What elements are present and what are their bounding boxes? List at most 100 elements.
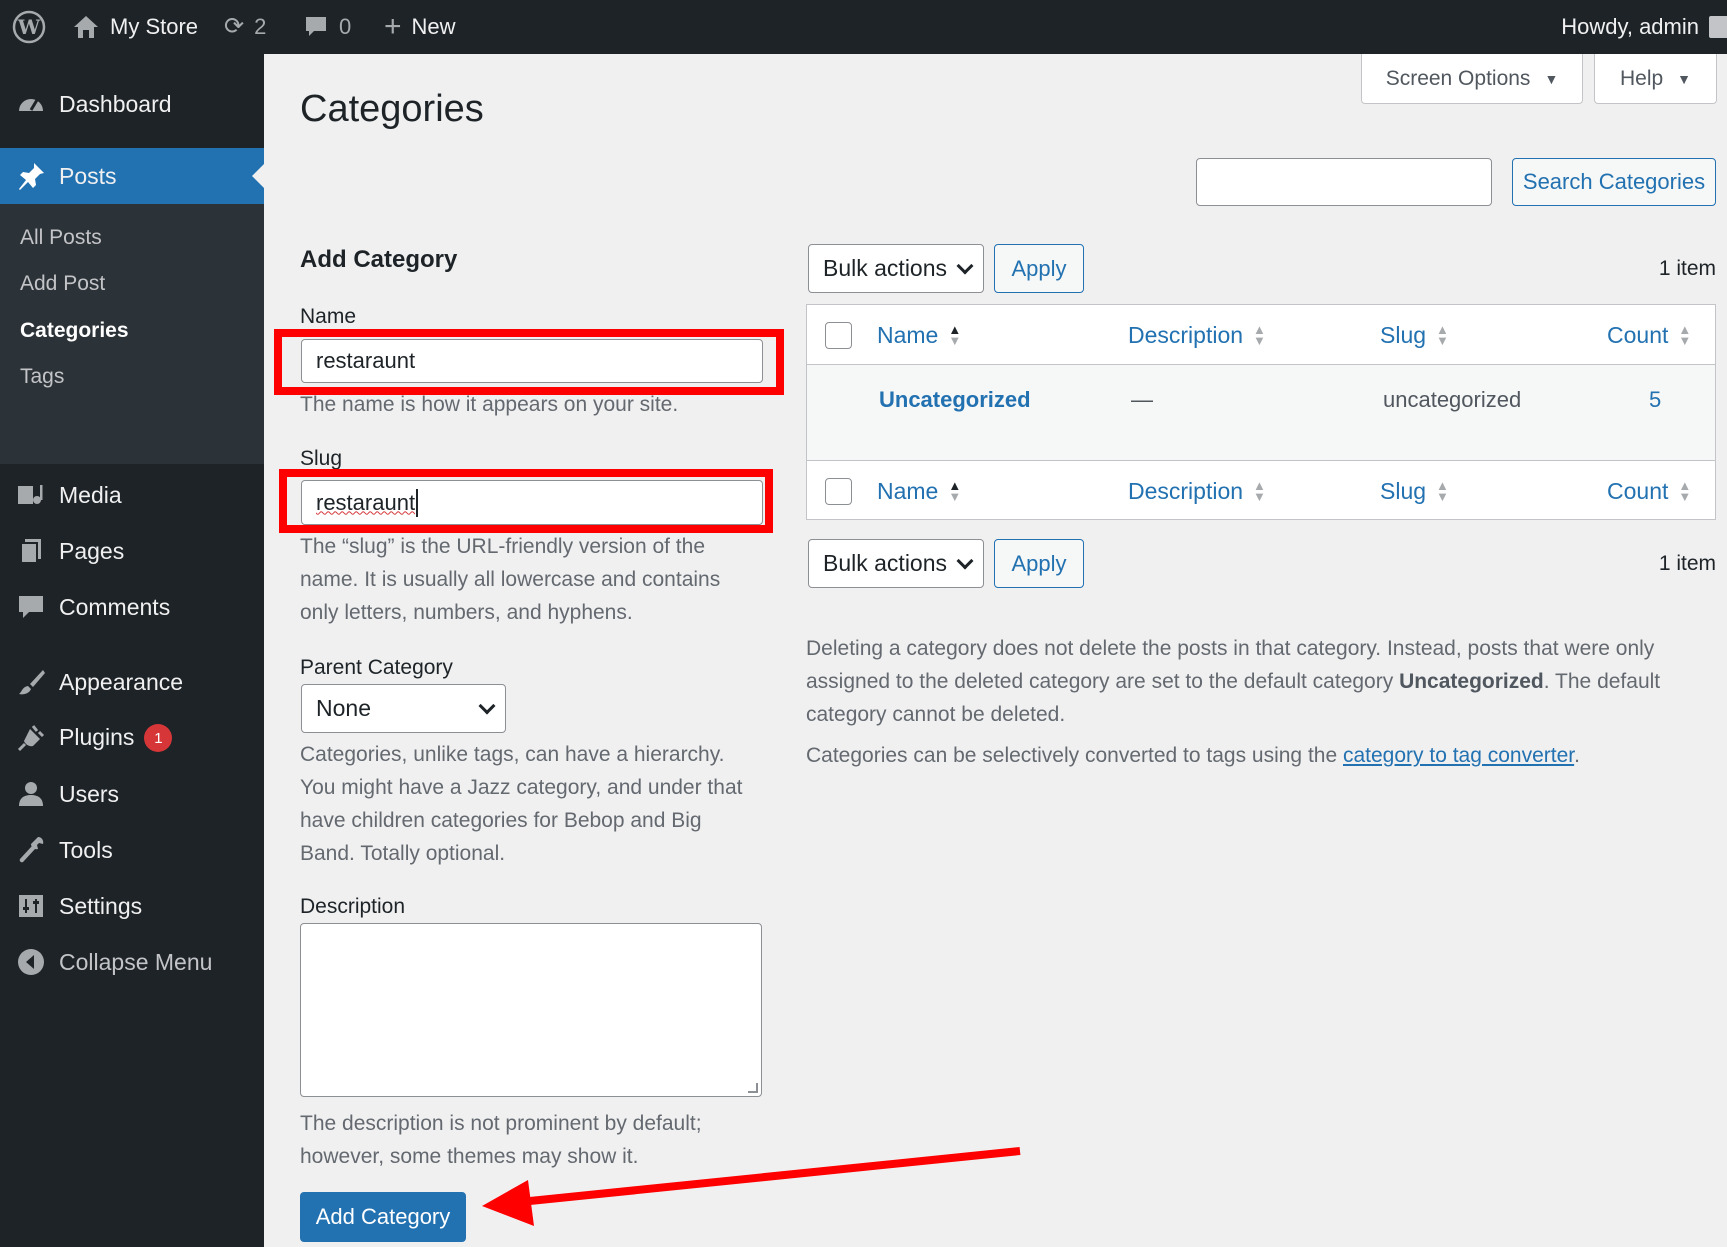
chevron-down-icon xyxy=(478,697,496,714)
sort-arrows-icon: ▲ ▼ xyxy=(1436,322,1449,348)
parent-category-select[interactable]: None xyxy=(301,684,506,733)
submenu-categories[interactable]: Categories xyxy=(20,319,129,343)
menu-label: Plugins xyxy=(59,723,135,750)
screen-options-button[interactable]: Screen Options ▼ xyxy=(1361,54,1583,104)
categories-table: Name ▲ ▼ Description ▲ ▼ Slug ▲ ▼ Count ▲ ▼ … xyxy=(806,304,1716,520)
item-count-top: 1 item xyxy=(1658,257,1716,280)
menu-pages[interactable]: Pages xyxy=(0,523,264,579)
column-description-sort[interactable]: Description ▲ ▼ xyxy=(1128,461,1266,521)
menu-users[interactable]: Users xyxy=(0,766,264,822)
column-count-label: Count xyxy=(1607,321,1669,348)
add-category-button[interactable]: Add Category xyxy=(300,1192,466,1242)
column-count-label: Count xyxy=(1607,477,1669,504)
sort-arrows-icon: ▲ ▼ xyxy=(1678,322,1692,348)
bulk-actions-value: Bulk actions xyxy=(823,255,948,281)
menu-dashboard[interactable]: Dashboard xyxy=(0,76,264,132)
submenu-tags[interactable]: Tags xyxy=(20,365,64,389)
sort-arrows-icon: ▲ ▼ xyxy=(1253,478,1266,504)
slug-label: Slug xyxy=(300,447,343,470)
column-name-label: Name xyxy=(877,321,939,348)
site-name-label: My Store xyxy=(110,14,199,39)
select-all-checkbox[interactable] xyxy=(825,322,852,349)
menu-label: Media xyxy=(59,481,122,508)
column-slug-sort[interactable]: Slug ▲ ▼ xyxy=(1380,305,1449,365)
table-header-row: Name ▲ ▼ Description ▲ ▼ Slug ▲ ▼ Count ▲ ▼ xyxy=(807,305,1715,365)
category-description: — xyxy=(1131,387,1153,412)
table-footer-row: Name ▲ ▼ Description ▲ ▼ Slug ▲ ▼ Count ▲ ▼ xyxy=(807,460,1715,520)
category-slug: uncategorized xyxy=(1383,387,1522,412)
name-label: Name xyxy=(300,305,357,328)
wordpress-logo-button[interactable]: W xyxy=(12,0,46,54)
screen-options-label: Screen Options xyxy=(1385,66,1531,90)
category-search-input[interactable] xyxy=(1196,158,1492,206)
chevron-down-icon xyxy=(956,257,974,274)
item-count-bottom: 1 item xyxy=(1658,552,1716,575)
menu-label: Tools xyxy=(59,836,113,863)
greeting-label: Howdy, admin xyxy=(1561,14,1699,39)
avatar xyxy=(1709,16,1727,38)
column-name-sort[interactable]: Name ▲ ▼ xyxy=(877,461,961,521)
dashboard-gauge-icon xyxy=(14,87,48,121)
collapse-menu-button[interactable]: Collapse Menu xyxy=(0,934,264,990)
column-description-label: Description xyxy=(1128,477,1244,504)
bulk-actions-select-top[interactable]: Bulk actions xyxy=(808,244,984,293)
dropdown-triangle-icon: ▼ xyxy=(1677,70,1692,87)
updates-link[interactable]: ⟳ 2 xyxy=(224,0,266,54)
menu-media[interactable]: Media xyxy=(0,467,264,523)
name-hint: The name is how it appears on your site. xyxy=(300,393,679,416)
sort-arrows-icon: ▲ ▼ xyxy=(1253,322,1266,348)
wordpress-logo-icon: W xyxy=(12,10,46,44)
sort-arrows-icon: ▲ ▼ xyxy=(1678,478,1692,504)
column-slug-label: Slug xyxy=(1380,477,1427,504)
converter-note: Categories can be selectively converted … xyxy=(806,739,1686,772)
bulk-actions-select-bottom[interactable]: Bulk actions xyxy=(808,539,984,588)
media-icon xyxy=(14,478,48,512)
description-textarea[interactable] xyxy=(300,923,762,1097)
search-categories-button[interactable]: Search Categories xyxy=(1512,158,1716,206)
category-to-tag-converter-link[interactable]: category to tag converter xyxy=(1343,744,1574,767)
chevron-down-icon xyxy=(956,552,974,569)
description-hint: The description is not prominent by defa… xyxy=(300,1112,702,1168)
column-count-sort[interactable]: Count ▲ ▼ xyxy=(1607,461,1691,521)
column-name-sort[interactable]: Name ▲ ▼ xyxy=(877,305,961,365)
category-name-link[interactable]: Uncategorized xyxy=(879,387,1031,413)
comments-link[interactable]: 0 xyxy=(303,0,351,54)
pushpin-icon xyxy=(14,159,48,193)
menu-appearance[interactable]: Appearance xyxy=(0,654,264,710)
menu-settings[interactable]: Settings xyxy=(0,878,264,934)
comments-count: 0 xyxy=(339,14,352,39)
collapse-arrow-icon xyxy=(14,945,48,979)
select-all-checkbox[interactable] xyxy=(825,478,852,505)
help-button[interactable]: Help ▼ xyxy=(1594,54,1717,104)
bulk-actions-value: Bulk actions xyxy=(823,550,948,576)
my-account-link[interactable]: Howdy, admin xyxy=(1561,0,1727,54)
plug-icon xyxy=(14,721,48,755)
site-name-link[interactable]: My Store xyxy=(72,0,198,54)
category-notes: Deleting a category does not delete the … xyxy=(806,632,1686,772)
menu-label: Pages xyxy=(59,537,125,564)
resize-handle-icon[interactable] xyxy=(748,1083,758,1093)
column-slug-sort[interactable]: Slug ▲ ▼ xyxy=(1380,461,1449,521)
new-content-link[interactable]: + New xyxy=(384,0,456,54)
menu-posts[interactable]: Posts xyxy=(0,148,264,204)
apply-button-top[interactable]: Apply xyxy=(994,244,1084,293)
category-count-link[interactable]: 5 xyxy=(1649,387,1661,413)
sort-arrows-icon: ▲ ▼ xyxy=(948,322,962,348)
menu-label: Dashboard xyxy=(59,90,172,117)
menu-tools[interactable]: Tools xyxy=(0,822,264,878)
comment-bubble-icon xyxy=(306,17,326,36)
menu-plugins[interactable]: Plugins 1 xyxy=(0,710,264,766)
add-category-heading: Add Category xyxy=(300,246,458,273)
column-description-sort[interactable]: Description ▲ ▼ xyxy=(1128,305,1266,365)
converter-note-text: Categories can be selectively converted … xyxy=(806,744,1343,767)
converter-note-text-end: . xyxy=(1574,744,1580,767)
refresh-icon: ⟳ xyxy=(224,13,245,40)
page-title: Categories xyxy=(300,88,484,130)
column-count-sort[interactable]: Count ▲ ▼ xyxy=(1607,305,1691,365)
menu-comments[interactable]: Comments xyxy=(0,579,264,635)
submenu-add-post[interactable]: Add Post xyxy=(20,272,105,296)
menu-label: Posts xyxy=(59,162,117,189)
update-count-badge: 1 xyxy=(144,724,173,753)
submenu-all-posts[interactable]: All Posts xyxy=(20,226,102,250)
apply-button-bottom[interactable]: Apply xyxy=(994,539,1084,588)
